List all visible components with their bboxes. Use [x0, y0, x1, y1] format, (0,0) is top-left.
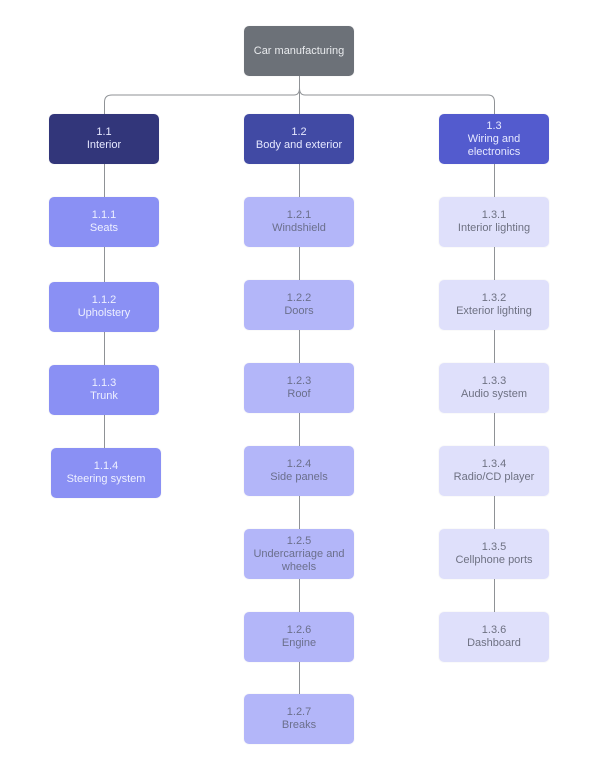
node-label: Body and exterior	[255, 139, 343, 151]
node-code: 1.2.6	[286, 624, 312, 636]
task-node-cellphone-ports[interactable]: 1.3.5 Cellphone ports	[439, 529, 549, 579]
task-node-trunk[interactable]: 1.1.3 Trunk	[49, 365, 159, 415]
node-label: Side panels	[270, 471, 328, 483]
node-label: Windshield	[272, 222, 326, 234]
connector-root-to-branch-1	[104, 87, 300, 114]
node-code: 1.3.4	[481, 458, 507, 470]
branch-node-interior[interactable]: 1.1 Interior	[49, 114, 159, 164]
node-code: 1.2	[291, 126, 307, 138]
node-code: 1.3.6	[481, 624, 507, 636]
node-code: 1.2.1	[286, 209, 312, 221]
node-label: Upholstery	[77, 307, 131, 319]
task-node-side-panels[interactable]: 1.2.4 Side panels	[244, 446, 354, 496]
node-code: 1.1.1	[91, 209, 117, 221]
node-label: Exterior lighting	[456, 305, 532, 317]
task-node-windshield[interactable]: 1.2.1 Windshield	[244, 197, 354, 247]
node-code: 1.3.1	[481, 209, 507, 221]
node-code: 1.3.2	[481, 292, 507, 304]
node-code: 1.2.3	[286, 375, 312, 387]
node-label: Breaks	[281, 719, 317, 731]
node-code: 1.1.3	[91, 377, 117, 389]
node-label: Radio/CD player	[453, 471, 535, 483]
node-code: 1.2.5	[286, 534, 312, 547]
node-code: 1.1.4	[93, 460, 119, 472]
node-label: Audio system	[460, 388, 528, 400]
task-node-steering-system[interactable]: 1.1.4 Steering system	[51, 448, 161, 498]
branch-node-body-and-exterior[interactable]: 1.2 Body and exterior	[244, 114, 354, 164]
wbs-diagram: Car manufacturing 1.1 Interior 1.1.1 Sea…	[0, 0, 600, 775]
task-node-engine[interactable]: 1.2.6 Engine	[244, 612, 354, 662]
connector-root-to-branch-3	[299, 76, 495, 114]
node-code: 1.1	[96, 126, 112, 138]
node-label: Engine	[281, 637, 317, 649]
node-code: 1.3.3	[481, 375, 507, 387]
root-label: Car manufacturing	[253, 44, 345, 57]
node-code: 1.2.2	[286, 292, 312, 304]
node-code: 1.2.4	[286, 458, 312, 470]
node-label: Steering system	[66, 473, 146, 485]
node-label: Doors	[284, 305, 314, 317]
task-node-upholstery[interactable]: 1.1.2 Upholstery	[49, 282, 159, 332]
task-node-radio-cd-player[interactable]: 1.3.4 Radio/CD player	[439, 446, 549, 496]
node-code: 1.3.5	[481, 541, 507, 553]
root-node[interactable]: Car manufacturing	[244, 26, 354, 76]
task-node-seats[interactable]: 1.1.1 Seats	[49, 197, 159, 247]
node-label: Interior lighting	[457, 222, 531, 234]
task-node-undercarriage-and-wheels[interactable]: 1.2.5 Undercarriage and wheels	[244, 529, 354, 579]
task-node-doors[interactable]: 1.2.2 Doors	[244, 280, 354, 330]
task-node-interior-lighting[interactable]: 1.3.1 Interior lighting	[439, 197, 549, 247]
node-code: 1.1.2	[91, 294, 117, 306]
task-node-roof[interactable]: 1.2.3 Roof	[244, 363, 354, 413]
node-code: 1.3	[486, 119, 502, 132]
task-node-audio-system[interactable]: 1.3.3 Audio system	[439, 363, 549, 413]
node-label: Dashboard	[467, 637, 521, 649]
node-label: Cellphone ports	[455, 554, 533, 566]
task-node-dashboard[interactable]: 1.3.6 Dashboard	[439, 612, 549, 662]
node-code: 1.2.7	[286, 706, 312, 718]
node-label: Roof	[287, 388, 311, 400]
node-label: Trunk	[90, 390, 118, 402]
node-label: Interior	[86, 139, 122, 151]
node-label: Seats	[89, 222, 119, 234]
task-node-exterior-lighting[interactable]: 1.3.2 Exterior lighting	[439, 280, 549, 330]
branch-node-wiring-and-electronics[interactable]: 1.3 Wiring and electronics	[439, 114, 549, 164]
task-node-breaks[interactable]: 1.2.7 Breaks	[244, 694, 354, 744]
node-label: Undercarriage and wheels	[253, 547, 345, 573]
node-label: Wiring and electronics	[467, 132, 521, 158]
